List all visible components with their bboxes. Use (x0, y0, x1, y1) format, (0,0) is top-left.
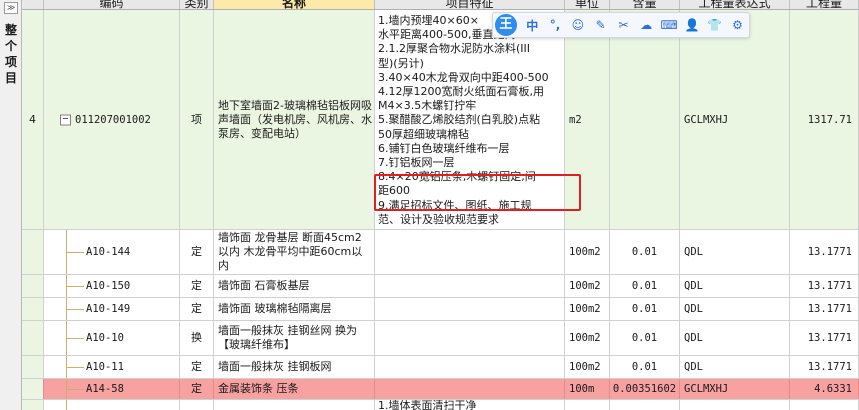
cell-category[interactable]: 定 (180, 298, 214, 320)
cell-code[interactable]: A10-10 (44, 321, 180, 355)
table-row[interactable]: A10-149 定 墙饰面 玻璃棉毡隔离层 100m2 0.01 QDL 13.… (22, 298, 859, 321)
cell-expression[interactable]: GCLMXHJ (680, 379, 790, 399)
header-features[interactable]: 项目特征 (375, 0, 565, 9)
table-row[interactable]: A10-144 定 墙饰面 龙骨基层 断面45cm2以内 木龙骨平均中距60cm… (22, 230, 859, 275)
chinese-mode-icon[interactable]: 中 (521, 14, 544, 36)
cell-name[interactable]: 金属装饰条 压条 (214, 379, 375, 399)
cell-category[interactable]: 定 (180, 379, 214, 399)
cell-features[interactable] (375, 230, 565, 274)
cell-code[interactable]: − 011207001002 (44, 10, 180, 229)
cell-name[interactable]: 地下室墙面2-玻璃棉毡铝板网吸声墙面（发电机房、风机房、水泵房、变配电站） (214, 10, 375, 229)
cell-quantity[interactable]: 13.1771 (790, 275, 859, 297)
collapse-node-icon[interactable]: − (60, 114, 71, 125)
header-index (22, 0, 44, 9)
cell-quantity[interactable]: 13.1771 (790, 356, 859, 378)
table-row[interactable]: A10-11 定 墙面一般抹灰 挂钢板网 100m2 0.01 QDL 13.1… (22, 356, 859, 379)
cell-content[interactable]: 0.01 (610, 275, 680, 297)
expand-panel-button[interactable]: ≫ (4, 2, 18, 14)
cell-code[interactable]: A10-144 (44, 230, 180, 274)
cloud-icon[interactable]: ☁ (635, 14, 658, 36)
cell-features[interactable] (375, 321, 565, 355)
cell-expression[interactable]: GCLMXHJ (680, 10, 790, 229)
cell-unit[interactable]: 100m2 (565, 298, 610, 320)
handwriting-pen-icon[interactable]: ✎ (589, 14, 612, 36)
ime-logo-icon[interactable]: 王 (495, 14, 517, 36)
left-panel: ≫ 整个项目 (0, 0, 22, 410)
cell-unit[interactable]: 100m (565, 379, 610, 399)
cell-quantity[interactable]: 13.1771 (790, 298, 859, 320)
header-content[interactable]: 含量 (610, 0, 680, 9)
cell-content[interactable]: 0.01 (610, 321, 680, 355)
cell-name[interactable]: 墙饰面 龙骨基层 断面45cm2以内 木龙骨平均中距60cm以内 (214, 230, 375, 274)
cell-name[interactable]: 墙面一般抹灰 挂钢丝网 换为【玻璃纤维布】 (214, 321, 375, 355)
cell-name[interactable]: 墙饰面 玻璃棉毡隔离层 (214, 298, 375, 320)
cell-unit[interactable]: 100m2 (565, 321, 610, 355)
column-header: 编码 类别 名称 项目特征 单位 含量 工程量表达式 工程量 (22, 0, 859, 10)
cell-unit[interactable]: 100m2 (565, 275, 610, 297)
keyboard-icon[interactable]: ⌨ (658, 14, 681, 36)
cell-quantity[interactable]: 1317.71 (790, 10, 859, 229)
cell-content[interactable]: 0.01 (610, 298, 680, 320)
header-category[interactable]: 类别 (180, 0, 214, 9)
cell-category[interactable]: 定 (180, 230, 214, 274)
row-index: 4 (22, 10, 44, 229)
cell-unit[interactable]: 100m2 (565, 356, 610, 378)
cell-category[interactable]: 换 (180, 321, 214, 355)
cell-features[interactable]: 1.墙体表面清扫干净 (375, 400, 565, 410)
cell-unit[interactable]: 100m2 (565, 230, 610, 274)
skin-shirt-icon[interactable]: 👕 (703, 14, 726, 36)
gear-icon[interactable]: ⚙ (726, 14, 749, 36)
header-code[interactable]: 编码 (44, 0, 180, 9)
cell-category[interactable]: 项 (180, 10, 214, 229)
cell-content[interactable] (610, 10, 680, 229)
cell-content[interactable]: 0.01 (610, 230, 680, 274)
emoji-icon[interactable]: ☺ (566, 14, 589, 36)
project-tree-title[interactable]: 整个项目 (3, 22, 19, 86)
cell-category[interactable]: 定 (180, 275, 214, 297)
cell-expression[interactable]: QDL (680, 298, 790, 320)
cell-quantity[interactable]: 13.1771 (790, 321, 859, 355)
header-quantity[interactable]: 工程量 (790, 0, 859, 9)
table-row[interactable]: 1.墙体表面清扫干净 (22, 400, 859, 410)
header-name[interactable]: 名称 (214, 0, 375, 9)
cell-features[interactable] (375, 356, 565, 378)
cell-expression[interactable]: QDL (680, 230, 790, 274)
cell-features[interactable] (375, 379, 565, 399)
cell-content[interactable]: 0.01 (610, 356, 680, 378)
cell-features[interactable] (375, 298, 565, 320)
cell-code[interactable]: A10-149 (44, 298, 180, 320)
punctuation-icon[interactable]: °, (544, 14, 567, 36)
table-row[interactable]: A10-10 换 墙面一般抹灰 挂钢丝网 换为【玻璃纤维布】 100m2 0.0… (22, 321, 859, 356)
cell-content[interactable]: 0.00351602 (610, 379, 680, 399)
cell-code[interactable]: A14-58 (44, 379, 180, 399)
highlight-annotation-box (374, 174, 581, 211)
cell-features[interactable] (375, 275, 565, 297)
cell-category[interactable]: 定 (180, 356, 214, 378)
header-unit[interactable]: 单位 (565, 0, 610, 9)
cell-quantity[interactable]: 4.6331 (790, 379, 859, 399)
cell-expression[interactable]: QDL (680, 321, 790, 355)
table-row-selected[interactable]: A14-58 定 金属装饰条 压条 100m 0.00351602 GCLMXH… (22, 379, 859, 400)
header-expression[interactable]: 工程量表达式 (680, 0, 790, 9)
cell-code[interactable]: A10-11 (44, 356, 180, 378)
table-row[interactable]: A10-150 定 墙饰面 石膏板基层 100m2 0.01 QDL 13.17… (22, 275, 859, 298)
user-icon[interactable]: 👤 (681, 14, 704, 36)
ime-toolbar: 王 中 °, ☺ ✎ ✂ ☁ ⌨ 👤 👕 ⚙ (492, 12, 750, 38)
cell-code[interactable]: A10-150 (44, 275, 180, 297)
cell-name[interactable]: 墙饰面 石膏板基层 (214, 275, 375, 297)
scissors-icon[interactable]: ✂ (612, 14, 635, 36)
cell-expression[interactable]: QDL (680, 356, 790, 378)
cell-quantity[interactable]: 13.1771 (790, 230, 859, 274)
cell-expression[interactable]: QDL (680, 275, 790, 297)
cell-name[interactable]: 墙面一般抹灰 挂钢板网 (214, 356, 375, 378)
